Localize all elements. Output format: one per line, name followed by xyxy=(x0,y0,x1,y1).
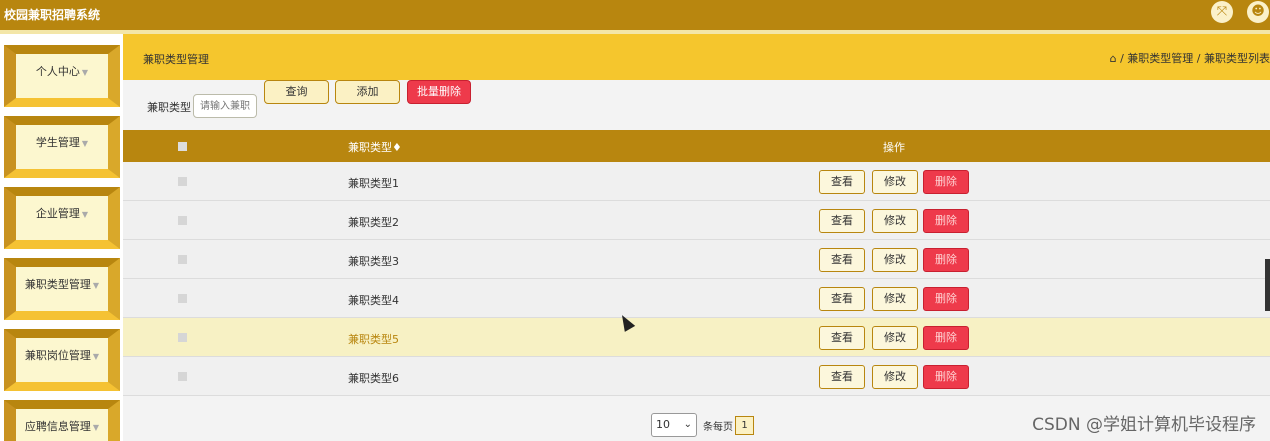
delete-button[interactable]: 删除 xyxy=(923,365,969,389)
row-checkbox[interactable] xyxy=(178,255,187,264)
page-title: 兼职类型管理 xyxy=(143,53,209,66)
sidebar-item-job-type-management[interactable]: 兼职类型管理 ▼ xyxy=(4,258,120,320)
sidebar-item-label: 兼职岗位管理 xyxy=(24,349,91,362)
breadcrumb-item[interactable]: 兼职类型管理 xyxy=(1127,52,1193,65)
chevron-down-icon: ⌄ xyxy=(683,419,692,430)
chevron-down-icon: ▼ xyxy=(81,210,89,219)
fullscreen-icon[interactable]: ⤧ xyxy=(1211,1,1233,23)
table-row: 兼职类型2 查看 修改 删除 xyxy=(123,201,1270,240)
breadcrumb: ⌂ / 兼职类型管理 / 兼职类型列表 xyxy=(1110,50,1270,66)
column-header-job-type[interactable]: 兼职类型♦ xyxy=(348,139,402,155)
batch-delete-button[interactable]: 批量删除 xyxy=(407,80,471,104)
sidebar-item-company-management[interactable]: 企业管理 ▼ xyxy=(4,187,120,249)
view-button[interactable]: 查看 xyxy=(819,326,865,350)
sidebar-item-label: 个人中心 xyxy=(35,65,80,78)
sidebar-item-label: 兼职类型管理 xyxy=(24,278,91,291)
page-number-current[interactable]: 1 xyxy=(735,416,754,435)
table-row: 兼职类型1 查看 修改 删除 xyxy=(123,162,1270,201)
row-job-type: 兼职类型5 xyxy=(348,333,399,346)
chevron-down-icon: ▼ xyxy=(81,68,89,77)
top-bar: 校园兼职招聘系统 ⤧ ☻ xyxy=(0,0,1270,34)
chevron-down-icon: ▼ xyxy=(92,281,100,290)
data-table: 兼职类型♦ 操作 兼职类型1 查看 修改 删除 兼职类型2 查看 修改 删除 兼… xyxy=(123,130,1270,396)
row-job-type: 兼职类型4 xyxy=(348,294,399,307)
delete-button[interactable]: 删除 xyxy=(923,170,969,194)
search-toolbar: 兼职类型 查询 添加 批量删除 xyxy=(123,80,1270,130)
table-row: 兼职类型4 查看 修改 删除 xyxy=(123,279,1270,318)
row-checkbox[interactable] xyxy=(178,333,187,342)
per-page-label: 条每页 xyxy=(703,422,733,433)
view-button[interactable]: 查看 xyxy=(819,365,865,389)
row-checkbox[interactable] xyxy=(178,372,187,381)
edit-button[interactable]: 修改 xyxy=(872,248,918,272)
view-button[interactable]: 查看 xyxy=(819,287,865,311)
query-button[interactable]: 查询 xyxy=(264,80,329,104)
sidebar-item-label: 应聘信息管理 xyxy=(24,420,91,433)
delete-button[interactable]: 删除 xyxy=(923,326,969,350)
app-title: 校园兼职招聘系统 xyxy=(4,8,101,22)
table-header: 兼职类型♦ 操作 xyxy=(123,130,1270,162)
row-job-type: 兼职类型2 xyxy=(348,216,399,229)
delete-button[interactable]: 删除 xyxy=(923,248,969,272)
table-row: 兼职类型3 查看 修改 删除 xyxy=(123,240,1270,279)
delete-button[interactable]: 删除 xyxy=(923,209,969,233)
chevron-down-icon: ▼ xyxy=(81,139,89,148)
table-row: 兼职类型6 查看 修改 删除 xyxy=(123,357,1270,396)
sidebar-item-personal-center[interactable]: 个人中心 ▼ xyxy=(4,45,120,107)
column-header-label: 兼职类型 xyxy=(348,141,392,154)
row-checkbox[interactable] xyxy=(178,177,187,186)
chevron-down-icon: ▼ xyxy=(92,352,100,361)
add-button[interactable]: 添加 xyxy=(335,80,400,104)
edit-button[interactable]: 修改 xyxy=(872,209,918,233)
watermark: CSDN @学姐计算机毕设程序 xyxy=(1032,415,1256,435)
sidebar-item-student-management[interactable]: 学生管理 ▼ xyxy=(4,116,120,178)
view-button[interactable]: 查看 xyxy=(819,248,865,272)
scrollbar-thumb[interactable] xyxy=(1265,259,1270,311)
view-button[interactable]: 查看 xyxy=(819,170,865,194)
page-header: 兼职类型管理 ⌂ / 兼职类型管理 / 兼职类型列表 xyxy=(123,34,1270,80)
column-header-actions: 操作 xyxy=(883,141,905,154)
view-button[interactable]: 查看 xyxy=(819,209,865,233)
edit-button[interactable]: 修改 xyxy=(872,326,918,350)
sidebar-item-application-management[interactable]: 应聘信息管理 ▼ xyxy=(4,400,120,441)
row-checkbox[interactable] xyxy=(178,294,187,303)
edit-button[interactable]: 修改 xyxy=(872,365,918,389)
table-row: 兼职类型5 查看 修改 删除 xyxy=(123,318,1270,357)
breadcrumb-separator: / xyxy=(1196,52,1204,65)
row-job-type: 兼职类型1 xyxy=(348,177,399,190)
row-checkbox[interactable] xyxy=(178,216,187,225)
page-size-select[interactable]: 10 ⌄ xyxy=(651,413,697,437)
sidebar-item-job-position-management[interactable]: 兼职岗位管理 ▼ xyxy=(4,329,120,391)
select-all-checkbox[interactable] xyxy=(178,142,187,151)
app-root: 校园兼职招聘系统 ⤧ ☻ 个人中心 ▼ 学生管理 ▼ 企业管理 ▼ 兼职类型管理 ▼ 兼… xyxy=(0,0,1270,441)
delete-button[interactable]: 删除 xyxy=(923,287,969,311)
edit-button[interactable]: 修改 xyxy=(872,170,918,194)
search-label: 兼职类型 xyxy=(147,101,191,114)
chevron-down-icon: ▼ xyxy=(92,423,100,432)
sidebar: 个人中心 ▼ 学生管理 ▼ 企业管理 ▼ 兼职类型管理 ▼ 兼职岗位管理 ▼ 应聘信息管理… xyxy=(0,34,123,441)
sort-icon: ♦ xyxy=(392,141,402,154)
edit-button[interactable]: 修改 xyxy=(872,287,918,311)
home-icon[interactable]: ⌂ xyxy=(1110,52,1117,65)
breadcrumb-item: 兼职类型列表 xyxy=(1204,52,1270,65)
sidebar-item-label: 学生管理 xyxy=(35,136,80,149)
sidebar-item-label: 企业管理 xyxy=(35,207,80,220)
user-icon[interactable]: ☻ xyxy=(1247,1,1269,23)
row-job-type: 兼职类型3 xyxy=(348,255,399,268)
row-job-type: 兼职类型6 xyxy=(348,372,399,385)
page-size-value: 10 xyxy=(656,418,670,431)
search-input[interactable] xyxy=(193,94,257,118)
